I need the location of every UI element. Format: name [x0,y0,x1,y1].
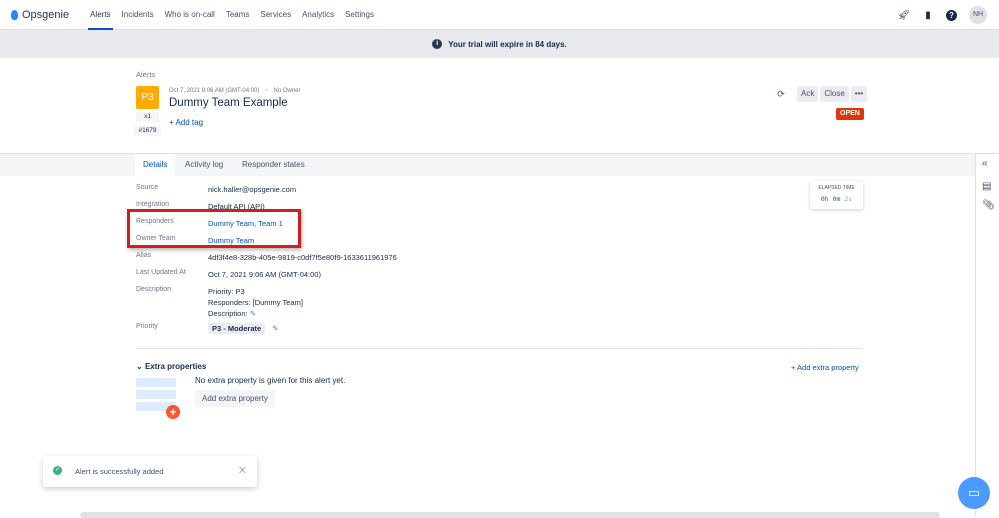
tab-bar: Details Activity log Responder states [0,153,975,176]
rocket-icon[interactable]: 🚀︎ [898,9,911,21]
nav-analytics[interactable]: Analytics [302,0,334,30]
alert-meta: Oct 7, 2021 9:06 AM (GMT-04:00) • No Owner [169,88,301,94]
source-label: Source [136,184,159,191]
extra-properties-title: Extra properties [144,362,207,371]
priority-value: P3 - Moderate [208,323,266,334]
refresh-icon[interactable]: ⟳ [775,88,787,100]
empty-state-illustration: + [136,378,184,420]
attachment-icon[interactable]: 📎︎ [982,200,995,211]
alert-title: Dummy Team Example [169,97,288,109]
created-time: Oct 7, 2021 9:06 AM (GMT-04:00) [169,88,260,94]
help-icon[interactable]: ? [946,9,957,21]
collapse-icon[interactable]: « [982,158,988,169]
extra-properties-toggle[interactable]: ⌄ Extra properties [136,362,206,371]
priority-badge: P3 [136,86,159,109]
elapsed-label: ELAPSED TIME [818,185,855,191]
chevron-down-icon: ⌄ [136,362,143,371]
alert-number: #1679 [134,126,161,136]
brand-name: Opsgenie [22,8,70,21]
opsgenie-logo-icon [11,9,18,20]
alias-value: 4df3f4e8-328b-405e-9819-c0df7f5e80f9-163… [208,253,397,262]
add-extra-property-button[interactable]: Add extra property [195,390,275,407]
last-updated-label: Last Updated At [136,269,186,276]
add-extra-property-link[interactable]: + Add extra property [791,363,859,372]
separator: • [265,88,268,94]
highlight-box [127,209,301,248]
close-button[interactable]: Close [820,86,849,102]
source-value: nick.haller@opsgenie.com [208,185,297,194]
success-toast: ✓ Alert is successfully added ✕ [43,456,257,487]
toast-message: Alert is successfully added [75,467,164,476]
description-label: Description [136,286,172,293]
description-line: Priority: P3 [208,287,245,296]
elapsed-time: ELAPSED TIME 0h 0m 2s [810,181,863,209]
nav-teams[interactable]: Teams [226,0,250,30]
tab-details[interactable]: Details [135,154,176,176]
avatar[interactable]: NH [969,6,987,24]
more-button[interactable]: ••• [850,86,868,102]
description-line: Responders: [Dummy Team] [208,298,303,307]
integration-label: Integration [136,201,170,208]
description-value: Priority: P3 Responders: [Dummy Team] De… [208,286,303,319]
owner: No Owner [273,88,301,94]
book-icon[interactable]: ▮ [922,9,934,21]
trial-banner: i Your trial will expire in 84 days. [0,30,999,58]
edit-description-icon[interactable]: ✎ [250,309,256,318]
nav-who-is-on-call[interactable]: Who is on-call [165,0,215,30]
divider [136,348,863,349]
ack-button[interactable]: Ack [797,86,819,102]
tab-responder-states[interactable]: Responder states [234,154,313,176]
count-badge: x1 [136,112,159,122]
nav-services[interactable]: Services [260,0,291,30]
info-icon: i [432,39,443,49]
opsgenie-logo[interactable]: Opsgenie [11,9,69,21]
status-badge: OPEN [836,108,864,120]
right-sidebar: « ▤ 📎︎ [975,153,999,516]
alias-label: Alias [136,252,152,259]
top-nav: Opsgenie Alerts Incidents Who is on-call… [0,0,999,30]
trial-text: Your trial will expire in 84 days. [448,39,567,49]
plus-icon: + [166,405,180,419]
description-line: Description: [208,309,248,318]
nav-alerts[interactable]: Alerts [88,0,114,30]
notes-icon[interactable]: ▤ [982,181,991,192]
elapsed-minutes: 0m [832,195,841,203]
elapsed-seconds: 2s [844,195,853,203]
nav-settings[interactable]: Settings [345,0,374,30]
nav-incidents[interactable]: Incidents [122,0,154,30]
last-updated-value: Oct 7, 2021 9:06 AM (GMT-04:00) [208,270,321,279]
check-icon: ✓ [53,466,62,475]
tab-activity-log[interactable]: Activity log [177,154,231,176]
priority-label: Priority [136,323,158,330]
bottom-bar [80,512,940,518]
close-icon[interactable]: ✕ [238,464,247,477]
breadcrumb[interactable]: Alerts [136,70,155,79]
chat-icon[interactable]: ▭ [958,477,990,509]
elapsed-hours: 0h [820,195,829,203]
empty-message: No extra property is given for this aler… [195,376,346,385]
add-tag-link[interactable]: + Add tag [169,118,203,127]
edit-priority-icon[interactable]: ✎ [272,324,278,333]
